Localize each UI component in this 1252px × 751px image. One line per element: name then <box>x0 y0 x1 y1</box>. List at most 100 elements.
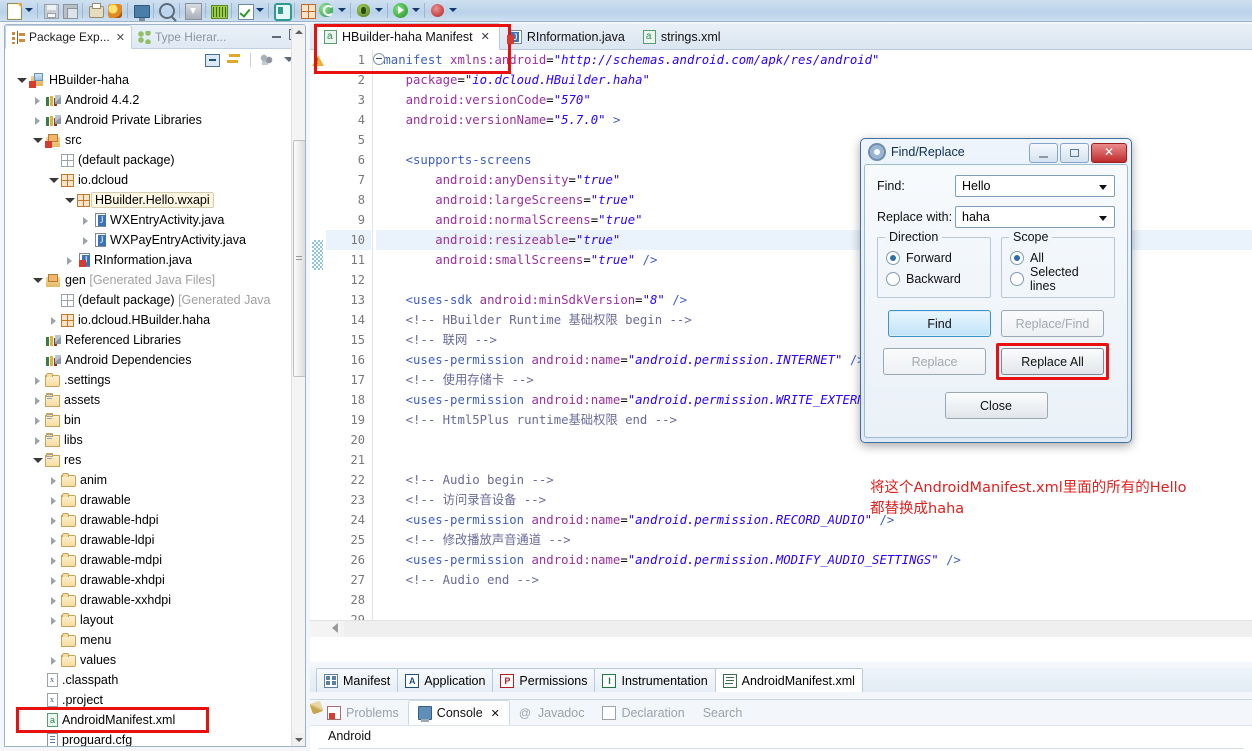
run-icon[interactable] <box>392 2 409 19</box>
new-file-icon[interactable] <box>5 2 22 20</box>
minimize-icon[interactable] <box>271 29 282 40</box>
replace-all-button[interactable]: Replace All <box>1001 348 1104 375</box>
tree-item[interactable]: proguard.cfg <box>5 730 305 746</box>
manifest-page-tab-application[interactable]: A Application <box>397 668 494 692</box>
twisty-collapsed-icon[interactable] <box>31 114 44 127</box>
twisty-collapsed-icon[interactable] <box>47 534 60 547</box>
explorer-vertical-scrollbar[interactable] <box>291 25 305 746</box>
view-tab-declaration[interactable]: Declaration <box>593 701 693 725</box>
green-refresh-icon[interactable] <box>318 2 335 19</box>
replace-find-button[interactable]: Replace/Find <box>1001 310 1104 337</box>
chevron-down-icon[interactable] <box>1099 216 1107 221</box>
close-icon[interactable]: ✕ <box>491 707 500 720</box>
twisty-collapsed-icon[interactable] <box>47 614 60 627</box>
editor-horizontal-scrollbar[interactable] <box>310 620 1252 637</box>
replace-button[interactable]: Replace <box>883 348 986 375</box>
radio-selected-lines[interactable]: Selected lines <box>1010 265 1106 293</box>
check-dropdown-arrow-icon[interactable] <box>255 2 264 19</box>
twisty-expanded-icon[interactable] <box>15 74 28 87</box>
package-icon[interactable] <box>299 2 316 19</box>
tree-item[interactable]: drawable-xhdpi <box>5 570 305 590</box>
manifest-page-tab-androidmanifest-xml[interactable]: AndroidManifest.xml <box>714 668 863 692</box>
code-line[interactable] <box>376 450 1252 470</box>
manifest-page-tab-permissions[interactable]: P Permissions <box>492 668 596 692</box>
tree-item[interactable]: layout <box>5 610 305 630</box>
chevron-down-icon[interactable] <box>1099 185 1107 190</box>
code-line[interactable] <box>376 590 1252 610</box>
code-line[interactable]: <manifest xmlns:android="http://schemas.… <box>376 50 1252 70</box>
maximize-button[interactable] <box>1060 143 1089 163</box>
download-icon[interactable] <box>184 2 202 20</box>
twisty-collapsed-icon[interactable] <box>47 314 60 327</box>
tree-item[interactable]: assets <box>5 390 305 410</box>
twisty-collapsed-icon[interactable] <box>31 394 44 407</box>
tree-item[interactable]: Referenced Libraries <box>5 330 305 350</box>
twisty-collapsed-icon[interactable] <box>47 574 60 587</box>
twisty-expanded-icon[interactable] <box>31 454 44 467</box>
find-button[interactable]: Find <box>888 310 991 337</box>
scroll-left-icon[interactable] <box>332 623 338 633</box>
manifest-page-tab-instrumentation[interactable]: I Instrumentation <box>594 668 716 692</box>
tree-item[interactable]: menu <box>5 630 305 650</box>
twisty-collapsed-icon[interactable] <box>31 374 44 387</box>
print-icon[interactable] <box>87 2 104 19</box>
ant-icon[interactable] <box>429 2 446 19</box>
twisty-collapsed-icon[interactable] <box>47 654 60 667</box>
tree-item[interactable]: AndroidManifest.xml <box>5 710 305 730</box>
code-line[interactable]: <uses-permission android:name="android.p… <box>376 550 1252 570</box>
tree-item[interactable]: src <box>5 130 305 150</box>
scroll-down-icon[interactable] <box>292 733 305 746</box>
bug-icon[interactable] <box>355 2 372 19</box>
paint-icon[interactable] <box>106 2 123 19</box>
view-tab-console[interactable]: Console ✕ <box>407 700 510 725</box>
replace-input[interactable]: haha <box>955 206 1115 228</box>
scroll-up-icon[interactable] <box>292 25 305 38</box>
close-icon[interactable]: ✕ <box>116 31 125 44</box>
twisty-collapsed-icon[interactable] <box>47 554 60 567</box>
tree-item[interactable]: WXPayEntryActivity.java <box>5 230 305 250</box>
fold-collapse-icon[interactable] <box>373 53 385 65</box>
code-line[interactable]: android:versionCode="570" <box>376 90 1252 110</box>
tree-item[interactable]: WXEntryActivity.java <box>5 210 305 230</box>
radio-backward[interactable]: Backward <box>886 268 982 289</box>
new-file-dropdown-arrow-icon[interactable] <box>24 2 33 19</box>
view-tab-problems[interactable]: Problems <box>318 701 408 725</box>
twisty-collapsed-icon[interactable] <box>63 254 76 267</box>
tree-item[interactable]: HBuilder-haha <box>5 70 305 90</box>
tree-item[interactable]: Android 4.4.2 <box>5 90 305 110</box>
twisty-collapsed-icon[interactable] <box>79 234 92 247</box>
close-icon[interactable]: ✕ <box>481 30 490 43</box>
tab-package-explorer[interactable]: Package Exp... ✕ <box>5 25 132 49</box>
tree-item[interactable]: bin <box>5 410 305 430</box>
teal-android-icon[interactable] <box>273 2 292 21</box>
twisty-collapsed-icon[interactable] <box>47 494 60 507</box>
twisty-collapsed-icon[interactable] <box>47 594 60 607</box>
tree-item[interactable]: Android Dependencies <box>5 350 305 370</box>
code-line[interactable]: <!-- Audio end --> <box>376 570 1252 590</box>
tree-item[interactable]: values <box>5 650 305 670</box>
filter-icon[interactable] <box>259 52 274 67</box>
tree-item[interactable]: .classpath <box>5 670 305 690</box>
tree-item[interactable]: drawable-xxhdpi <box>5 590 305 610</box>
tree-item[interactable]: (default package) <box>5 150 305 170</box>
tree-item[interactable]: Android Private Libraries <box>5 110 305 130</box>
link-with-editor-icon[interactable] <box>227 52 242 67</box>
twisty-expanded-icon[interactable] <box>63 194 76 207</box>
collapse-all-icon[interactable] <box>204 52 220 67</box>
tree-item[interactable]: drawable-ldpi <box>5 530 305 550</box>
tree-item[interactable]: libs <box>5 430 305 450</box>
twisty-expanded-icon[interactable] <box>31 134 44 147</box>
code-line[interactable]: <!-- 修改播放声音通道 --> <box>376 530 1252 550</box>
tree-item[interactable]: res <box>5 450 305 470</box>
twisty-collapsed-icon[interactable] <box>31 94 44 107</box>
code-line[interactable]: package="io.dcloud.HBuilder.haha" <box>376 70 1252 90</box>
twisty-collapsed-icon[interactable] <box>47 514 60 527</box>
radio-forward[interactable]: Forward <box>886 247 982 268</box>
hscroll-track[interactable] <box>344 621 1252 637</box>
tree-item[interactable]: drawable-hdpi <box>5 510 305 530</box>
tree-item[interactable]: io.dcloud <box>5 170 305 190</box>
tree-item[interactable]: (default package) [Generated Java <box>5 290 305 310</box>
view-tab-search[interactable]: Search <box>309 700 752 725</box>
monitor-icon[interactable] <box>132 2 150 21</box>
tree-item[interactable]: .settings <box>5 370 305 390</box>
